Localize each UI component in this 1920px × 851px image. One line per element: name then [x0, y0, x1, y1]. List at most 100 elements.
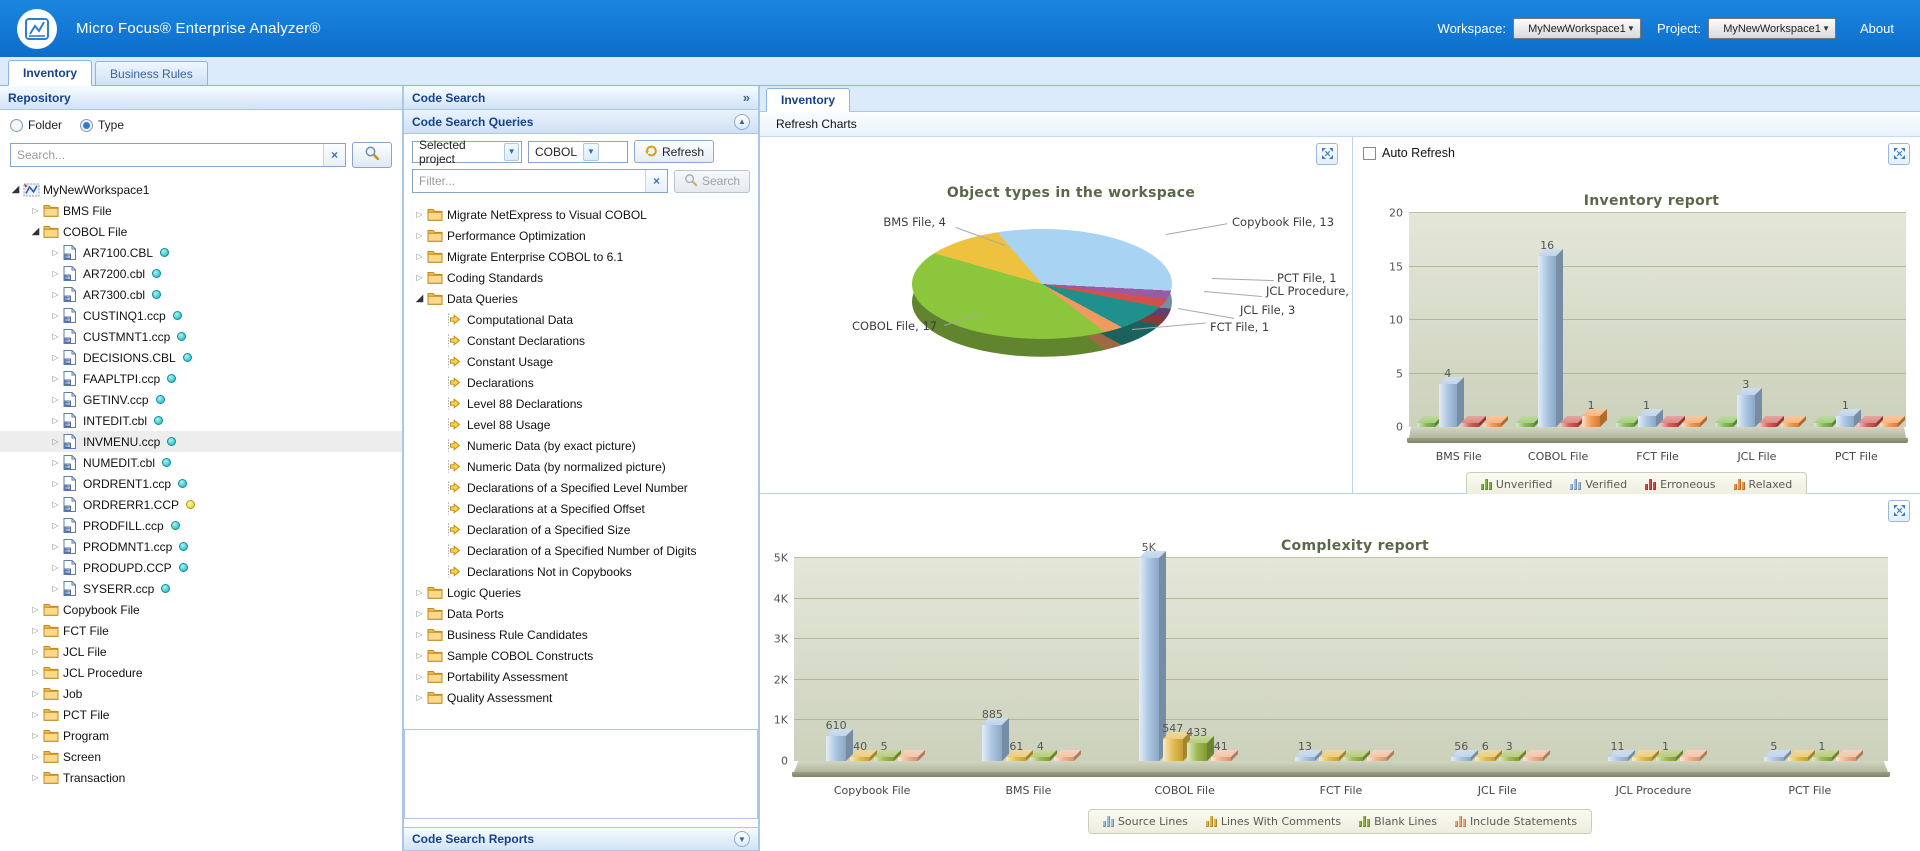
clear-filter-button[interactable]: ×	[645, 170, 667, 192]
caret-collapsed-icon[interactable]: ▷	[412, 588, 427, 597]
tab-business-rules[interactable]: Business Rules	[95, 61, 208, 85]
caret-collapsed-icon[interactable]: ▷	[412, 651, 427, 660]
caret-collapsed-icon[interactable]: ▷	[48, 311, 63, 320]
clear-search-button[interactable]: ×	[323, 144, 345, 166]
expand-chart-button[interactable]	[1888, 500, 1910, 522]
repo-tree-item[interactable]: ▷JCL File	[0, 641, 402, 662]
repo-tree-item[interactable]: ▷PRODFILL.ccp	[0, 515, 402, 536]
repo-tree-item[interactable]: ▷NUMEDIT.cbl	[0, 452, 402, 473]
query-tree-item[interactable]: Numeric Data (by normalized picture)	[404, 456, 758, 477]
caret-collapsed-icon[interactable]: ▷	[48, 353, 63, 362]
query-tree-item[interactable]: Declarations Not in Copybooks	[404, 561, 758, 582]
caret-collapsed-icon[interactable]: ▷	[48, 584, 63, 593]
search-button[interactable]: Search	[674, 170, 750, 193]
caret-collapsed-icon[interactable]: ▷	[412, 273, 427, 282]
caret-collapsed-icon[interactable]: ▷	[28, 752, 43, 761]
caret-collapsed-icon[interactable]: ▷	[28, 689, 43, 698]
expand-chart-button[interactable]	[1888, 143, 1910, 165]
folder-radio[interactable]	[10, 119, 23, 132]
repo-tree-item[interactable]: ▷Screen	[0, 746, 402, 767]
repo-tree-item[interactable]: ▷PCT File	[0, 704, 402, 725]
query-tree-item[interactable]: Declarations at a Specified Offset	[404, 498, 758, 519]
repo-tree-item[interactable]: ▷JCL Procedure	[0, 662, 402, 683]
caret-expanded-icon[interactable]: ◢	[28, 226, 43, 237]
caret-collapsed-icon[interactable]: ▷	[28, 626, 43, 635]
repo-tree-item[interactable]: ▷SYSERR.ccp	[0, 578, 402, 599]
repo-tree-item[interactable]: ◢MyNewWorkspace1	[0, 179, 402, 200]
repo-tree-item[interactable]: ▷PRODUPD.CCP	[0, 557, 402, 578]
query-tree-item[interactable]: ▷Quality Assessment	[404, 687, 758, 708]
caret-collapsed-icon[interactable]: ▷	[412, 609, 427, 618]
repo-tree-item[interactable]: ▷PRODMNT1.ccp	[0, 536, 402, 557]
refresh-charts-button[interactable]: Refresh Charts	[770, 115, 863, 133]
repo-search-input[interactable]	[11, 145, 323, 165]
repo-tree-item[interactable]: ▷ORDRENT1.ccp	[0, 473, 402, 494]
repo-tree-item[interactable]: ▷BMS File	[0, 200, 402, 221]
collapse-section-button[interactable]: ▲	[734, 114, 750, 130]
query-tree-item[interactable]: Constant Declarations	[404, 330, 758, 351]
workspace-select[interactable]: MyNewWorkspace1▼	[1513, 18, 1641, 39]
language-select[interactable]: COBOL▼	[528, 141, 628, 163]
caret-collapsed-icon[interactable]: ▷	[48, 563, 63, 572]
repo-tree-item[interactable]: ▷Copybook File	[0, 599, 402, 620]
query-tree-item[interactable]: ▷Coding Standards	[404, 267, 758, 288]
repo-tree-item[interactable]: ▷INTEDIT.cbl	[0, 410, 402, 431]
repo-tree-item[interactable]: ▷AR7300.cbl	[0, 284, 402, 305]
caret-collapsed-icon[interactable]: ▷	[28, 206, 43, 215]
caret-collapsed-icon[interactable]: ▷	[28, 710, 43, 719]
caret-collapsed-icon[interactable]: ▷	[48, 500, 63, 509]
repo-tree-item[interactable]: ▷CUSTMNT1.ccp	[0, 326, 402, 347]
query-tree-item[interactable]: Level 88 Declarations	[404, 393, 758, 414]
caret-collapsed-icon[interactable]: ▷	[28, 668, 43, 677]
query-tree-item[interactable]: ▷Business Rule Candidates	[404, 624, 758, 645]
refresh-button[interactable]: Refresh	[634, 140, 714, 163]
caret-collapsed-icon[interactable]: ▷	[412, 231, 427, 240]
repo-tree-item[interactable]: ▷GETINV.ccp	[0, 389, 402, 410]
filter-input[interactable]	[413, 171, 645, 191]
repo-tree-item[interactable]: ▷ORDRERR1.CCP	[0, 494, 402, 515]
project-select[interactable]: MyNewWorkspace1▼	[1708, 18, 1836, 39]
repo-tree-item[interactable]: ▷Program	[0, 725, 402, 746]
caret-collapsed-icon[interactable]: ▷	[48, 374, 63, 383]
caret-collapsed-icon[interactable]: ▷	[28, 773, 43, 782]
caret-collapsed-icon[interactable]: ▷	[48, 521, 63, 530]
query-tree-item[interactable]: Declarations	[404, 372, 758, 393]
repo-tree-item[interactable]: ▷DECISIONS.CBL	[0, 347, 402, 368]
repo-tree-item[interactable]: ▷AR7200.cbl	[0, 263, 402, 284]
tab-inventory[interactable]: Inventory	[8, 60, 92, 86]
auto-refresh-checkbox[interactable]: Auto Refresh	[1363, 146, 1455, 160]
query-tree-item[interactable]: ▷Logic Queries	[404, 582, 758, 603]
query-tree-item[interactable]: ▷Sample COBOL Constructs	[404, 645, 758, 666]
query-tree-item[interactable]: Declarations of a Specified Level Number	[404, 477, 758, 498]
repo-tree-item[interactable]: ▷Job	[0, 683, 402, 704]
caret-collapsed-icon[interactable]: ▷	[48, 248, 63, 257]
caret-collapsed-icon[interactable]: ▷	[48, 458, 63, 467]
type-radio[interactable]	[80, 119, 93, 132]
caret-collapsed-icon[interactable]: ▷	[28, 647, 43, 656]
repo-search-button[interactable]	[352, 142, 392, 168]
repo-tree-item[interactable]: ▷INVMENU.ccp	[0, 431, 402, 452]
query-tree-item[interactable]: ▷Portability Assessment	[404, 666, 758, 687]
caret-collapsed-icon[interactable]: ▷	[48, 290, 63, 299]
caret-collapsed-icon[interactable]: ▷	[48, 269, 63, 278]
caret-collapsed-icon[interactable]: ▷	[48, 395, 63, 404]
caret-collapsed-icon[interactable]: ▷	[48, 437, 63, 446]
query-tree-item[interactable]: Declaration of a Specified Number of Dig…	[404, 540, 758, 561]
query-tree-item[interactable]: ▷Performance Optimization	[404, 225, 758, 246]
caret-collapsed-icon[interactable]: ▷	[28, 731, 43, 740]
query-tree-item[interactable]: Numeric Data (by exact picture)	[404, 435, 758, 456]
query-tree-item[interactable]: Declaration of a Specified Size	[404, 519, 758, 540]
expand-reports-button[interactable]: ▼	[734, 831, 750, 847]
expand-chart-button[interactable]	[1316, 143, 1338, 165]
caret-collapsed-icon[interactable]: ▷	[412, 693, 427, 702]
caret-expanded-icon[interactable]: ◢	[8, 184, 23, 195]
caret-collapsed-icon[interactable]: ▷	[412, 252, 427, 261]
caret-collapsed-icon[interactable]: ▷	[412, 672, 427, 681]
query-tree-item[interactable]: ▷Data Ports	[404, 603, 758, 624]
caret-collapsed-icon[interactable]: ▷	[48, 479, 63, 488]
caret-collapsed-icon[interactable]: ▷	[48, 332, 63, 341]
repo-tree-item[interactable]: ▷FAAPLTPI.ccp	[0, 368, 402, 389]
repo-tree-item[interactable]: ▷FCT File	[0, 620, 402, 641]
query-tree-item[interactable]: ▷Migrate Enterprise COBOL to 6.1	[404, 246, 758, 267]
query-tree-item[interactable]: Constant Usage	[404, 351, 758, 372]
